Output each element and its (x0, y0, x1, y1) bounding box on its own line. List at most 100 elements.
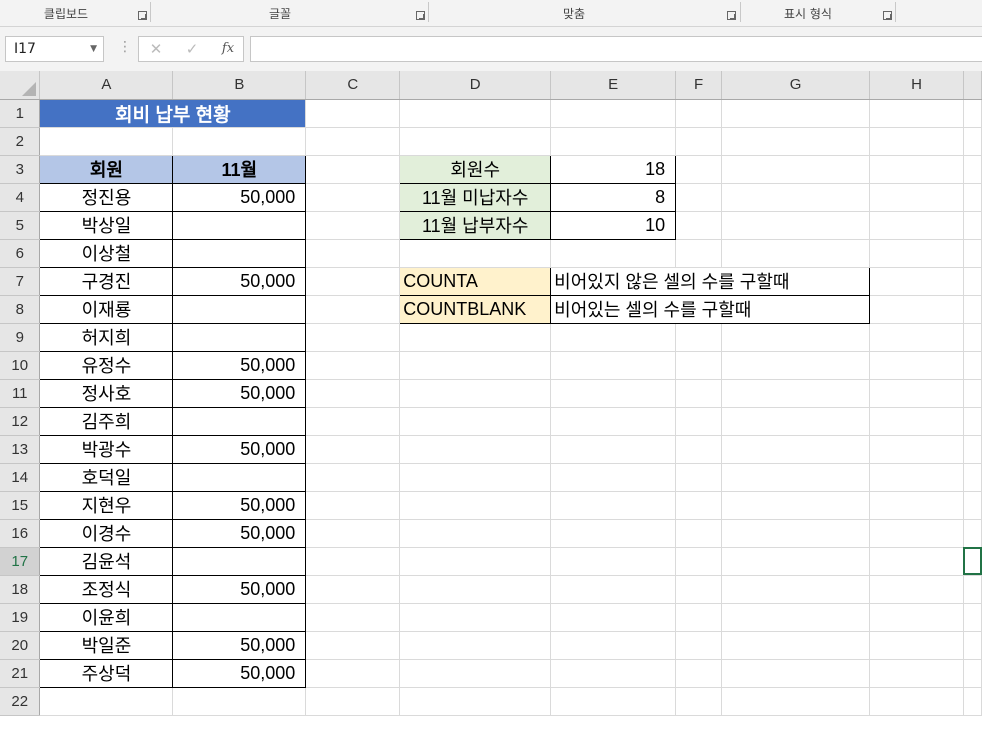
number-launcher-icon[interactable] (883, 11, 892, 20)
cell[interactable] (675, 407, 723, 436)
member-name[interactable]: 이윤희 (39, 602, 174, 632)
column-header-f[interactable]: F (675, 71, 723, 100)
row-header-21[interactable]: 21 (0, 659, 41, 688)
member-name[interactable]: 구경진 (39, 266, 174, 296)
cell[interactable] (550, 659, 677, 688)
row-header-14[interactable]: 14 (0, 463, 41, 492)
cell[interactable] (39, 127, 174, 156)
member-name[interactable]: 주상덕 (39, 658, 174, 688)
row-header-6[interactable]: 6 (0, 239, 41, 268)
function-description[interactable]: 비어있는 셀의 수를 구할때 (550, 294, 871, 324)
cell[interactable] (963, 659, 982, 688)
row-header-4[interactable]: 4 (0, 183, 41, 212)
cell[interactable] (550, 519, 677, 548)
cell[interactable] (721, 659, 871, 688)
cell[interactable] (675, 575, 723, 604)
member-paid[interactable]: 50,000 (172, 490, 307, 520)
cell[interactable] (963, 379, 982, 408)
cell[interactable] (675, 155, 723, 184)
member-paid[interactable]: 50,000 (172, 378, 307, 408)
column-header-d[interactable]: D (399, 71, 552, 100)
cell[interactable] (869, 127, 964, 156)
cell[interactable] (399, 127, 552, 156)
member-paid[interactable] (172, 210, 307, 240)
cell[interactable] (305, 603, 401, 632)
cell[interactable] (550, 631, 677, 660)
member-paid[interactable]: 50,000 (172, 434, 307, 464)
member-paid[interactable] (172, 294, 307, 324)
member-name[interactable]: 허지희 (39, 322, 174, 352)
member-name[interactable]: 이상철 (39, 238, 174, 268)
cell[interactable] (963, 519, 982, 548)
cell[interactable] (721, 603, 871, 632)
cell[interactable] (675, 323, 723, 352)
function-name[interactable]: COUNTA (399, 266, 552, 296)
member-paid[interactable] (172, 546, 307, 576)
cell[interactable] (305, 575, 401, 604)
member-name[interactable]: 이경수 (39, 518, 174, 548)
cell[interactable] (721, 351, 871, 380)
cell[interactable] (963, 435, 982, 464)
cell[interactable] (963, 407, 982, 436)
cell[interactable] (399, 603, 552, 632)
cell[interactable] (550, 351, 677, 380)
row-header-18[interactable]: 18 (0, 575, 41, 604)
cell[interactable] (869, 211, 964, 240)
cell[interactable] (869, 491, 964, 520)
cell[interactable] (305, 239, 401, 268)
cell[interactable] (963, 491, 982, 520)
row-header-3[interactable]: 3 (0, 155, 41, 184)
column-header-extra[interactable] (963, 71, 982, 100)
member-name[interactable]: 유정수 (39, 350, 174, 380)
select-all-corner[interactable] (0, 71, 41, 100)
member-name[interactable]: 박일준 (39, 630, 174, 660)
cell[interactable] (963, 99, 982, 128)
enter-icon[interactable]: ✓ (180, 36, 204, 62)
cell[interactable] (721, 379, 871, 408)
cell[interactable] (869, 267, 964, 296)
cell[interactable] (869, 463, 964, 492)
cell[interactable] (963, 687, 982, 716)
cell[interactable] (399, 659, 552, 688)
member-paid[interactable] (172, 602, 307, 632)
cell[interactable] (305, 99, 401, 128)
cell[interactable] (305, 547, 401, 576)
cell[interactable] (399, 407, 552, 436)
summary-label[interactable]: 11월 납부자수 (399, 210, 552, 240)
cell[interactable] (550, 575, 677, 604)
cell[interactable] (675, 491, 723, 520)
name-box[interactable]: I17 ▼ (5, 36, 104, 62)
cell[interactable] (675, 547, 723, 576)
column-header-e[interactable]: E (550, 71, 677, 100)
cell[interactable] (305, 351, 401, 380)
cell[interactable] (869, 687, 964, 716)
cell[interactable] (721, 491, 871, 520)
cell[interactable] (869, 323, 964, 352)
row-header-11[interactable]: 11 (0, 379, 41, 408)
cell[interactable] (721, 575, 871, 604)
member-paid[interactable]: 50,000 (172, 630, 307, 660)
cell[interactable] (675, 687, 723, 716)
cell[interactable] (550, 435, 677, 464)
cell[interactable] (963, 127, 982, 156)
cell[interactable] (399, 547, 552, 576)
cell[interactable] (721, 127, 871, 156)
cell[interactable] (869, 603, 964, 632)
cell[interactable] (869, 183, 964, 212)
function-name[interactable]: COUNTBLANK (399, 294, 552, 324)
member-paid[interactable] (172, 462, 307, 492)
cancel-icon[interactable]: ✕ (144, 36, 168, 62)
cell[interactable] (305, 519, 401, 548)
sheet-title[interactable]: 회비 납부 현황 (39, 99, 307, 128)
row-header-10[interactable]: 10 (0, 351, 41, 380)
member-name[interactable]: 정사호 (39, 378, 174, 408)
cell[interactable] (963, 631, 982, 660)
member-paid[interactable]: 50,000 (172, 518, 307, 548)
cell[interactable] (305, 323, 401, 352)
row-header-7[interactable]: 7 (0, 267, 41, 296)
cell[interactable] (869, 631, 964, 660)
column-header-g[interactable]: G (721, 71, 871, 100)
cell[interactable] (399, 99, 552, 128)
cell[interactable] (305, 407, 401, 436)
member-name[interactable]: 정진용 (39, 182, 174, 212)
